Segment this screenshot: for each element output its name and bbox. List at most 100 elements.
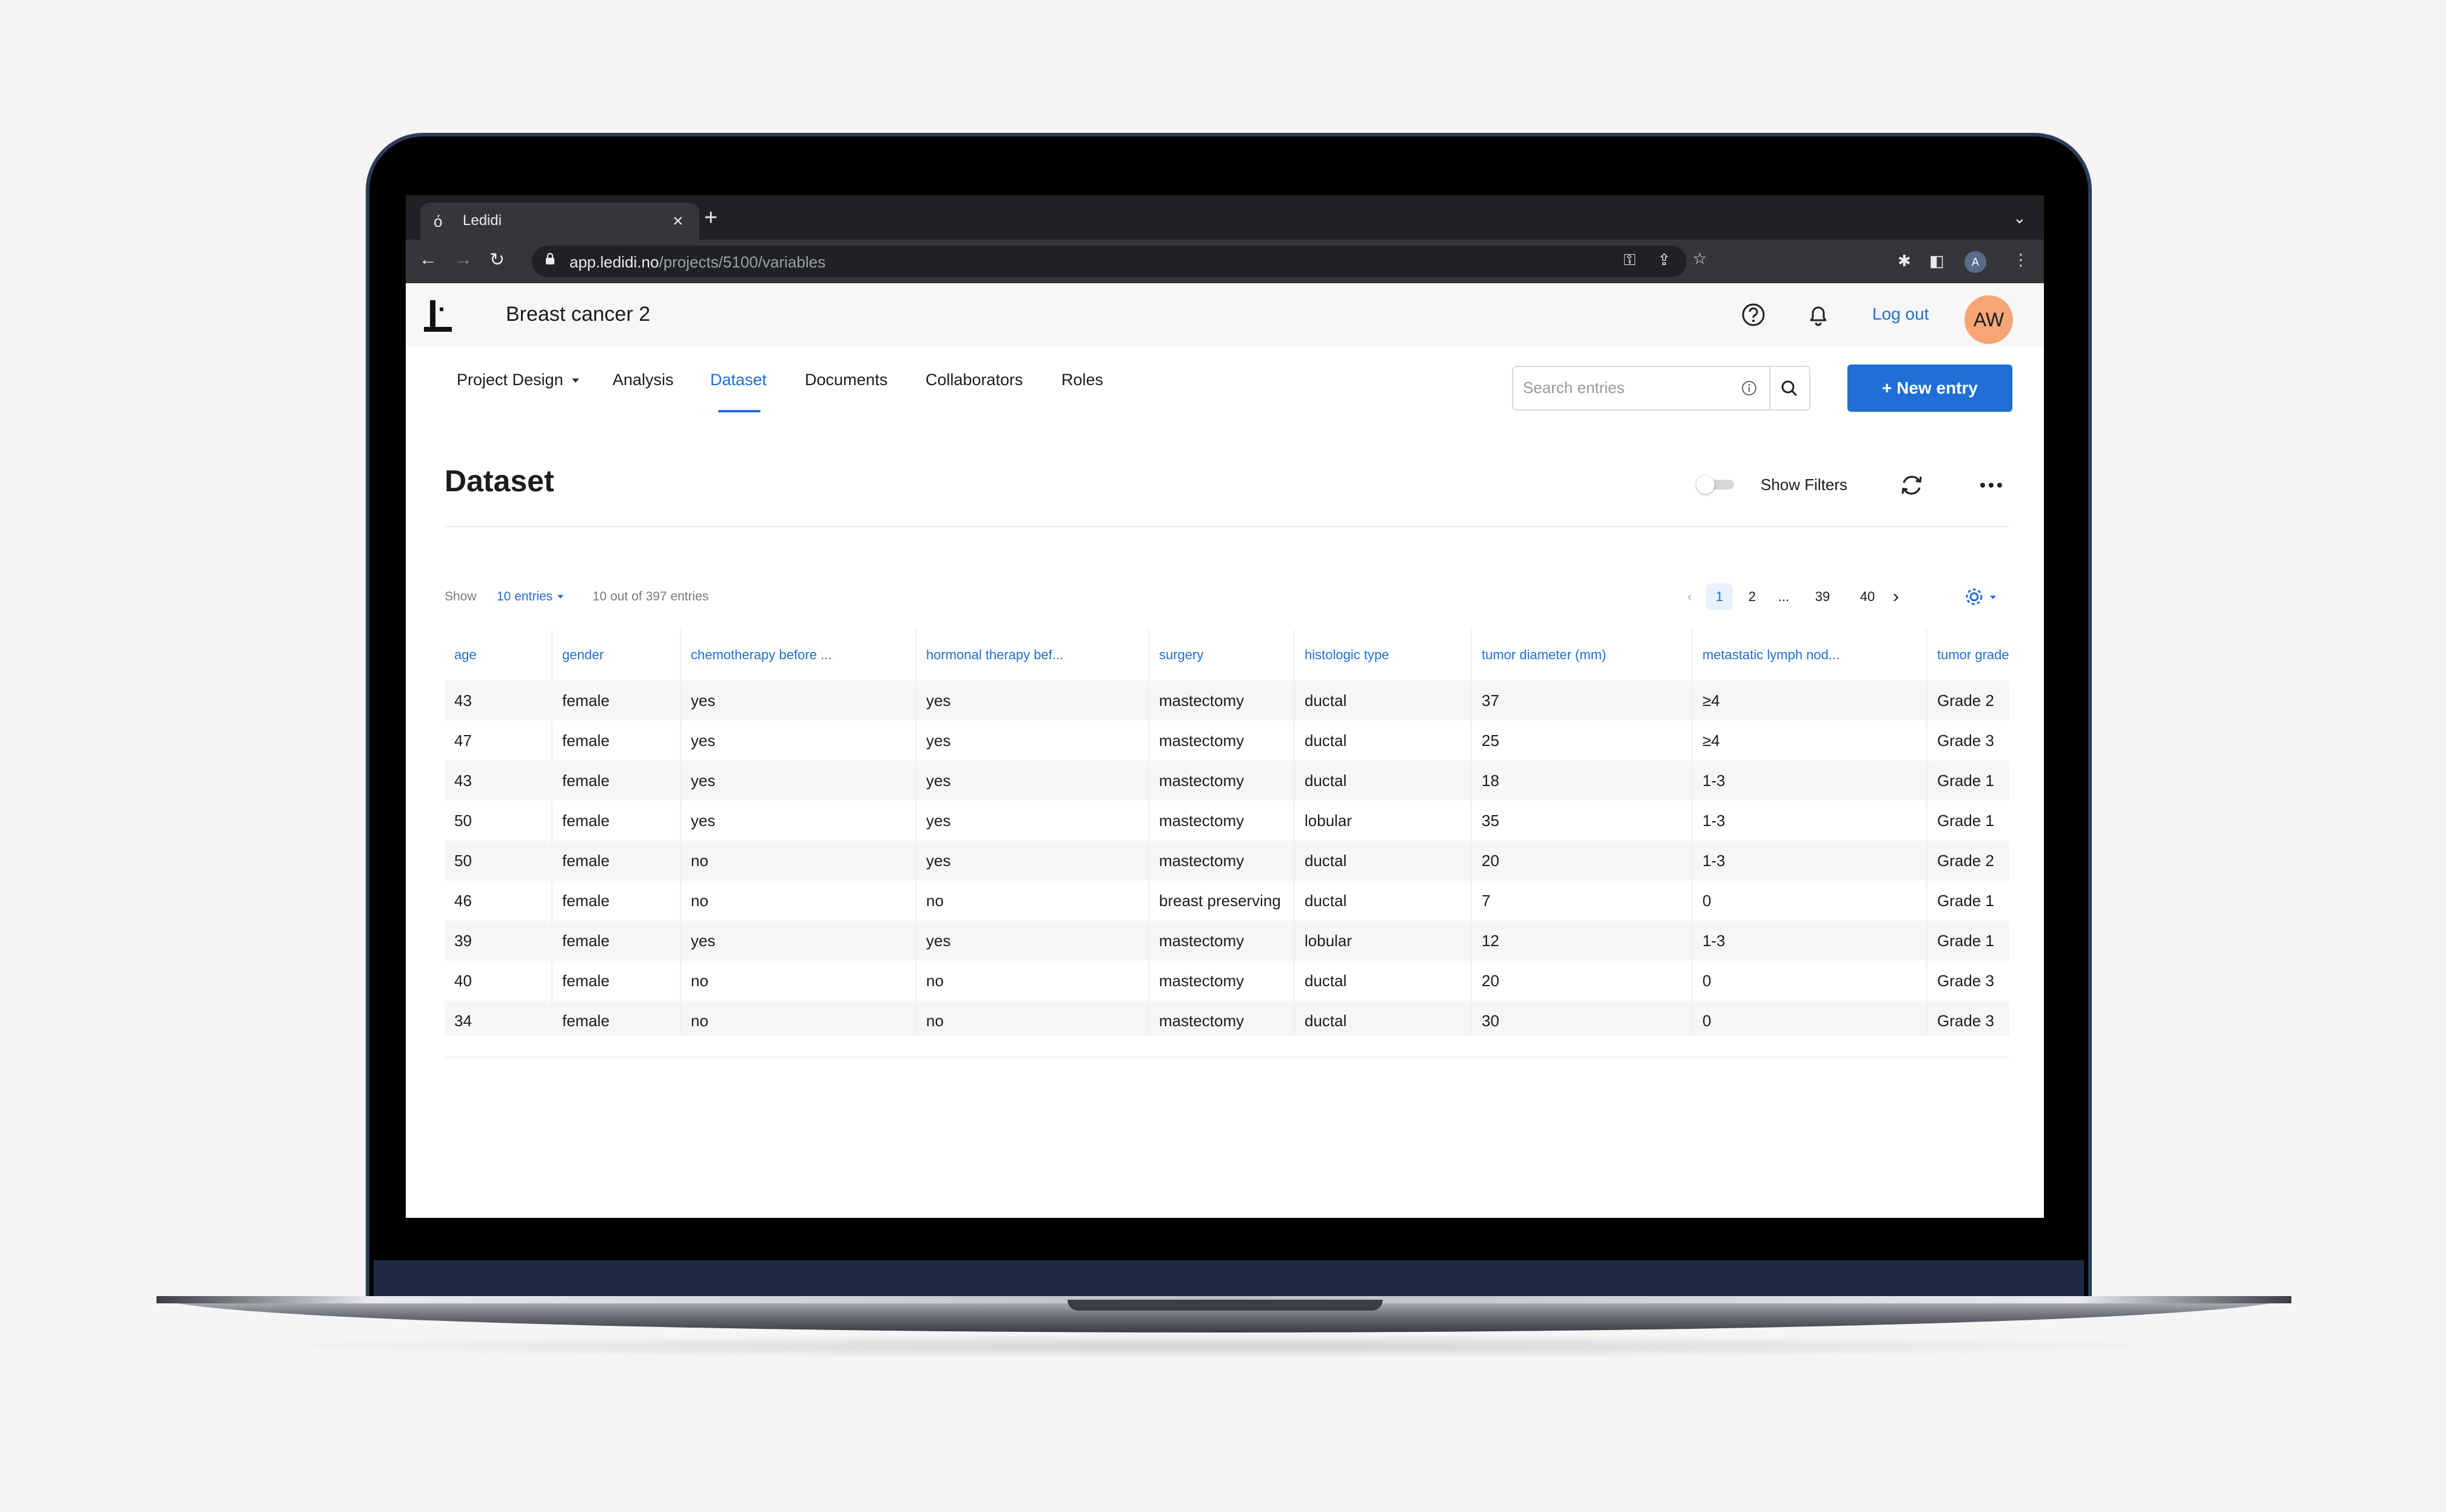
table-cell: yes (680, 680, 916, 721)
new-tab-icon[interactable]: + (704, 206, 717, 229)
table-cell: mastectomy (1149, 961, 1295, 1001)
browser-menu-icon[interactable]: ⋮ (2013, 250, 2029, 269)
page-2[interactable]: 2 (1739, 583, 1766, 610)
entries-per-page-select[interactable]: 10 entries (497, 590, 564, 604)
nav-documents[interactable]: Documents (805, 371, 888, 389)
table-cell: ductal (1294, 961, 1472, 1001)
table-cell: yes (680, 921, 916, 961)
table-cell: yes (916, 841, 1149, 881)
more-options-icon[interactable] (1979, 482, 2003, 489)
nav-collaborators[interactable]: Collaborators (926, 371, 1023, 389)
prev-page-icon[interactable]: ‹ (1681, 583, 1699, 610)
browser-profile-avatar[interactable]: A (1964, 251, 1986, 273)
table-cell: 20 (1471, 961, 1693, 1001)
nav-analysis[interactable]: Analysis (613, 371, 674, 389)
nav-project-design[interactable]: Project Design (457, 371, 579, 389)
extensions-icon[interactable]: ✱ (1898, 252, 1911, 270)
table-cell: mastectomy (1149, 1001, 1295, 1036)
table-cell: Grade 3 (1927, 1001, 2009, 1036)
table-cell: ≥4 (1692, 721, 1927, 761)
table-cell: no (680, 881, 916, 921)
column-header[interactable]: age (445, 630, 553, 680)
laptop-screen: ό Ledidi × + ⌄ ← → ↻ app.ledidi.no/proje… (406, 195, 2044, 1218)
table-row[interactable]: 40 female no no mastectomy ductal 20 0 Grade 3 (445, 961, 2009, 1001)
url-text: app.ledidi.no/projects/5100/variables (570, 253, 826, 271)
table-cell: 30 (1471, 1001, 1693, 1036)
laptop-notch (1067, 1300, 1383, 1311)
show-filters-label[interactable]: Show Filters (1761, 475, 1847, 494)
browser-tab[interactable]: ό Ledidi × (420, 203, 699, 240)
table-cell: 1-3 (1692, 801, 1927, 841)
notification-bell-icon[interactable] (1805, 301, 1832, 328)
help-icon[interactable] (1740, 301, 1767, 328)
new-entry-button[interactable]: + New entry (1847, 365, 2012, 412)
page-40[interactable]: 40 (1854, 583, 1881, 610)
share-icon[interactable]: ⇪ (1658, 250, 1671, 269)
column-header[interactable]: hormonal therapy bef... (916, 630, 1149, 680)
dropdown-caret-icon (557, 595, 564, 599)
search-input[interactable] (1522, 378, 1730, 398)
nav-dataset[interactable]: Dataset (710, 371, 767, 389)
table-row[interactable]: 34 female no no mastectomy ductal 30 0 Grade 3 (445, 1001, 2009, 1036)
table-cell: female (552, 801, 681, 841)
bookmark-star-icon[interactable]: ☆ (1693, 249, 1707, 268)
column-header[interactable]: metastatic lymph nod... (1692, 630, 1927, 680)
table-cell: ≥4 (1692, 680, 1927, 721)
table-cell: female (552, 721, 681, 761)
user-avatar[interactable]: AW (1964, 295, 2013, 344)
laptop-shadow (218, 1334, 2226, 1359)
table-cell: 1-3 (1692, 921, 1927, 961)
reload-icon[interactable]: ↻ (489, 249, 505, 270)
table-cell: mastectomy (1149, 801, 1295, 841)
tab-title: Ledidi (463, 212, 502, 229)
column-header[interactable]: tumor grade (1927, 630, 2009, 680)
table-row[interactable]: 50 female no yes mastectomy ductal 20 1-3 Grade … (445, 841, 2009, 881)
table-row[interactable]: 43 female yes yes mastectomy ductal 18 1-3 Grade… (445, 761, 2009, 801)
table-row[interactable]: 43 female yes yes mastectomy ductal 37 ≥4 Grade … (445, 680, 2009, 721)
table-cell: yes (916, 721, 1149, 761)
logout-link[interactable]: Log out (1872, 304, 1929, 324)
table-cell: mastectomy (1149, 680, 1295, 721)
back-arrow-icon[interactable]: ← (419, 249, 437, 270)
dropdown-caret-icon (571, 378, 579, 383)
table-cell: 50 (445, 801, 553, 841)
table-row[interactable]: 50 female yes yes mastectomy lobular 35 1-3 Grad… (445, 801, 2009, 841)
table-cell: Grade 2 (1927, 680, 2009, 721)
column-header[interactable]: chemotherapy before ... (680, 630, 916, 680)
nav-roles[interactable]: Roles (1061, 371, 1103, 389)
next-page-icon[interactable]: › (1887, 583, 1905, 610)
table-cell: female (552, 961, 681, 1001)
column-header[interactable]: histologic type (1294, 630, 1472, 680)
column-header[interactable]: gender (552, 630, 681, 680)
lock-icon (546, 253, 554, 264)
dataset-table-container: age gender chemotherapy before ... hormo… (445, 630, 2009, 1036)
table-cell: 37 (1471, 680, 1693, 721)
table-header-row: age gender chemotherapy before ... hormo… (445, 630, 2009, 680)
refresh-icon[interactable] (1898, 473, 1926, 497)
tab-close-icon[interactable]: × (673, 211, 684, 232)
ledidi-logo-icon[interactable] (423, 298, 454, 333)
key-icon[interactable]: ⚿ (1624, 250, 1636, 270)
forward-arrow-icon[interactable]: → (454, 249, 472, 270)
address-bar[interactable]: app.ledidi.no/projects/5100/variables ⚿ … (532, 246, 1707, 277)
table-row[interactable]: 47 female yes yes mastectomy ductal 25 ≥4 Grade … (445, 721, 2009, 761)
tab-search-chevron-icon[interactable]: ⌄ (2013, 209, 2026, 227)
ledidi-favicon-icon: ό (434, 212, 443, 230)
side-panel-icon[interactable]: ◧ (1929, 252, 1944, 270)
table-row[interactable]: 46 female no no breast preserving ductal 7 0 Gra… (445, 881, 2009, 921)
search-icon[interactable] (1780, 379, 1798, 397)
table-row[interactable]: 39 female yes yes mastectomy lobular 12 1-3 Grad… (445, 921, 2009, 961)
page-39[interactable]: 39 (1809, 583, 1836, 610)
page-title: Dataset (445, 464, 554, 498)
column-header[interactable]: surgery (1149, 630, 1295, 680)
show-filters-toggle[interactable] (1696, 475, 1735, 494)
table-cell: female (552, 841, 681, 881)
column-header[interactable]: tumor diameter (mm) (1471, 630, 1693, 680)
table-cell: female (552, 881, 681, 921)
page-1[interactable]: 1 (1706, 583, 1733, 610)
browser-tabstrip: ό Ledidi × + ⌄ (406, 195, 2044, 240)
table-cell: 34 (445, 1001, 553, 1036)
column-settings-gear-icon[interactable] (1963, 586, 2000, 608)
table-cell: ductal (1294, 680, 1472, 721)
info-icon[interactable] (1741, 380, 1757, 396)
